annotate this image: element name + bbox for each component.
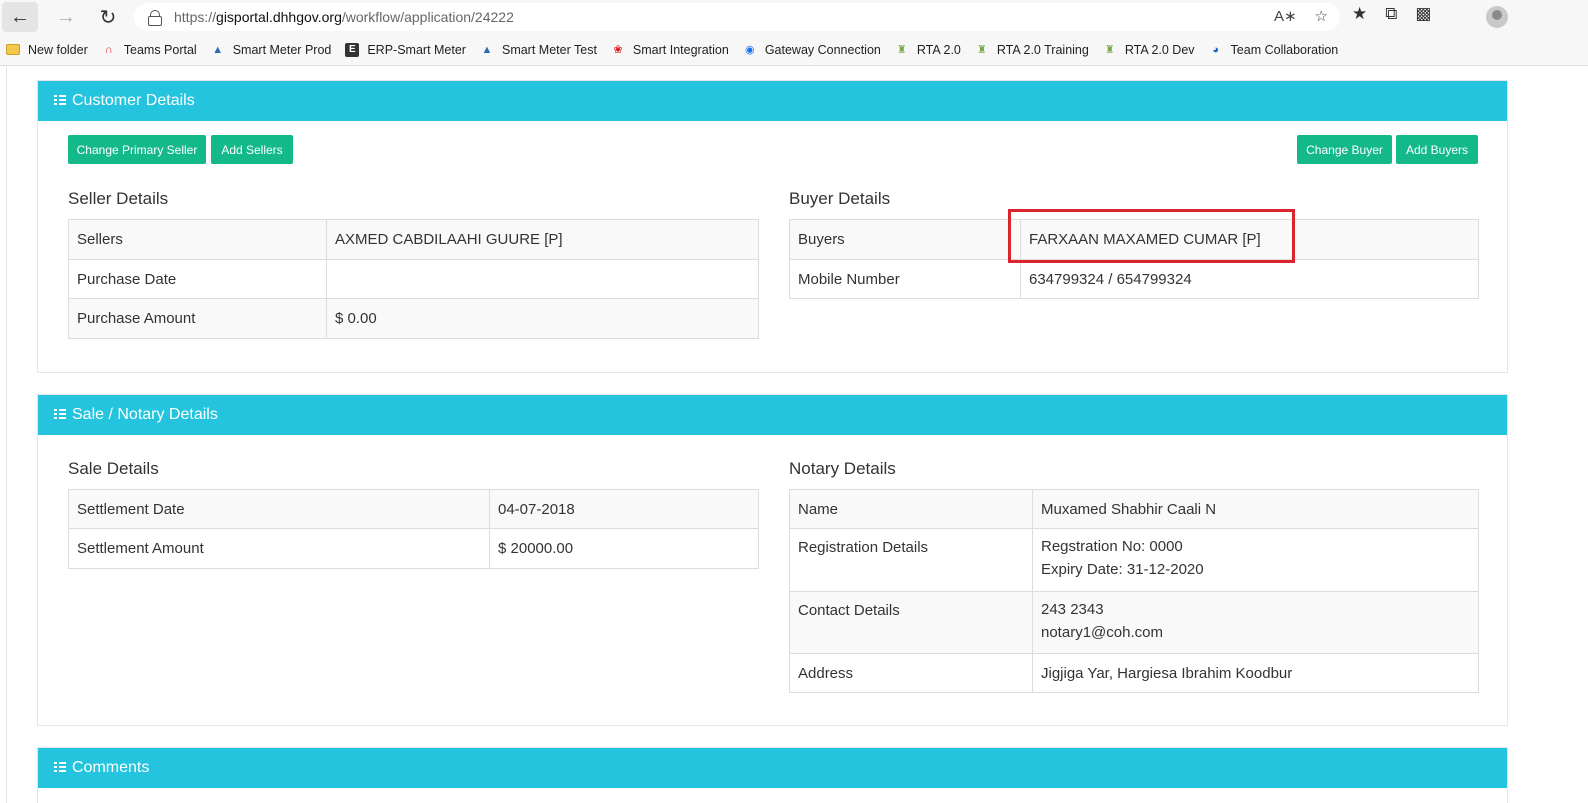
bookmarks-bar: New folder ∩ Teams Portal ▲ Smart Meter Pr… — [0, 34, 1588, 66]
back-arrow-icon[interactable]: ← — [2, 2, 38, 32]
url-path: /workflow/application/24222 — [341, 9, 514, 25]
url-host: gisportal.dhhgov.org — [216, 9, 342, 25]
table-row: Mobile Number 634799324 / 654799324 — [789, 259, 1479, 299]
row-value: Muxamed Shabhir Caali N — [1032, 489, 1479, 529]
forward-arrow-icon[interactable]: → — [48, 2, 84, 32]
url-protocol: https:// — [174, 9, 217, 25]
table-row: Sellers AXMED CABDILAAHI GUURE [P] — [68, 219, 759, 260]
collections-icon[interactable]: ⧉ — [1385, 4, 1397, 24]
seller-details-table: Sellers AXMED CABDILAAHI GUURE [P] Purch… — [68, 219, 759, 339]
add-buyers-button[interactable]: Add Buyers — [1396, 135, 1478, 164]
buyer-highlight-box — [1008, 209, 1295, 263]
row-label: Buyers — [789, 219, 1021, 260]
sale-notary-card: Sale / Notary Details Sale Details Settl… — [37, 394, 1508, 726]
change-buyer-button[interactable]: Change Buyer — [1297, 135, 1392, 164]
table-row: Address Jigjiga Yar, Hargiesa Ibrahim Ko… — [789, 653, 1479, 693]
add-favorite-icon[interactable]: ☆ — [1315, 7, 1328, 25]
rta-icon: ♜ — [896, 44, 907, 56]
read-aloud-icon[interactable]: A∗ — [1274, 7, 1297, 25]
change-primary-seller-button[interactable]: Change Primary Seller — [68, 135, 206, 164]
huawei-icon: ❀ — [613, 44, 623, 56]
profile-avatar-icon[interactable] — [1486, 6, 1508, 28]
scroll-edge — [6, 67, 7, 803]
registration-number: Regstration No: 0000 — [1041, 538, 1183, 555]
seller-details-title: Seller Details — [68, 189, 169, 208]
gateway-icon: ◉ — [745, 44, 755, 56]
expiry-date: Expiry Date: 31-12-2020 — [1041, 561, 1204, 578]
browser-toolbar: ← → ↻ https:// gisportal.dhhgov.org /wor… — [0, 0, 1588, 34]
notary-details-title: Notary Details — [789, 459, 896, 478]
comments-header: Comments — [38, 748, 1507, 788]
customer-details-card: Customer Details Change Primary Seller A… — [37, 80, 1508, 373]
comments-card: Comments — [37, 747, 1508, 803]
row-value: 04-07-2018 — [489, 489, 759, 529]
row-label: Purchase Amount — [68, 298, 327, 339]
table-row: Name Muxamed Shabhir Caali N — [789, 489, 1479, 529]
sale-notary-header: Sale / Notary Details — [38, 395, 1507, 435]
address-bar[interactable]: https:// gisportal.dhhgov.org /workflow/… — [134, 3, 1340, 31]
table-row: Purchase Amount $ 0.00 — [68, 298, 759, 339]
row-value: 634799324 / 654799324 — [1020, 259, 1479, 299]
bookmark-smart-meter-test[interactable]: ▲ Smart Meter Test — [480, 43, 597, 57]
list-icon — [54, 95, 66, 107]
row-value: $ 20000.00 — [489, 528, 759, 569]
bookmark-erp-smart-meter[interactable]: E ERP-Smart Meter — [345, 42, 466, 57]
bookmark-rta-2-0-training[interactable]: ♜ RTA 2.0 Training — [975, 43, 1089, 57]
row-value: $ 0.00 — [326, 298, 759, 339]
drop-icon: ▲ — [481, 43, 493, 56]
drop-icon: ▲ — [212, 43, 224, 56]
sale-details-table: Settlement Date 04-07-2018 Settlement Am… — [68, 489, 759, 569]
row-label: Settlement Amount — [68, 528, 490, 569]
row-value: Jigjiga Yar, Hargiesa Ibrahim Koodbur — [1032, 653, 1479, 693]
refresh-icon[interactable]: ↻ — [90, 2, 126, 32]
folder-icon — [6, 44, 20, 55]
row-value: 243 2343 notary1@coh.com — [1032, 591, 1479, 654]
bookmark-team-collaboration[interactable]: ◕ Team Collaboration — [1209, 43, 1338, 57]
bookmark-teams-portal[interactable]: ∩ Teams Portal — [102, 43, 197, 57]
lock-icon — [148, 10, 162, 26]
sale-details-title: Sale Details — [68, 459, 159, 478]
bookmark-rta-2-0[interactable]: ♜ RTA 2.0 — [895, 43, 961, 57]
row-value — [326, 259, 759, 299]
row-label: Sellers — [68, 219, 327, 260]
contact-phone: 243 2343 — [1041, 601, 1104, 618]
collab-icon: ◕ — [1212, 43, 1219, 56]
add-sellers-button[interactable]: Add Sellers — [211, 135, 293, 164]
row-label: Name — [789, 489, 1033, 529]
bookmark-new-folder[interactable]: New folder — [6, 43, 88, 57]
extensions-icon[interactable]: ▩ — [1415, 4, 1431, 24]
row-label: Address — [789, 653, 1033, 693]
table-row: Registration Details Regstration No: 000… — [789, 528, 1479, 592]
table-row: Settlement Amount $ 20000.00 — [68, 528, 759, 569]
teams-icon: ∩ — [104, 43, 113, 56]
list-icon — [54, 762, 66, 774]
contact-email: notary1@coh.com — [1041, 624, 1163, 641]
table-row: Contact Details 243 2343 notary1@coh.com — [789, 591, 1479, 654]
table-row: Purchase Date — [68, 259, 759, 299]
row-label: Settlement Date — [68, 489, 490, 529]
buyer-details-title: Buyer Details — [789, 189, 891, 208]
table-row: Settlement Date 04-07-2018 — [68, 489, 759, 529]
customer-details-header: Customer Details — [38, 81, 1507, 121]
row-value: AXMED CABDILAAHI GUURE [P] — [326, 219, 759, 260]
row-label: Contact Details — [789, 591, 1033, 654]
list-icon — [54, 409, 66, 421]
e-icon: E — [345, 42, 360, 57]
rta-icon: ♜ — [1104, 44, 1115, 56]
row-label: Registration Details — [789, 528, 1033, 592]
row-label: Purchase Date — [68, 259, 327, 299]
notary-details-table: Name Muxamed Shabhir Caali N Registratio… — [789, 489, 1479, 693]
rta-icon: ♜ — [976, 44, 987, 56]
bookmark-smart-meter-prod[interactable]: ▲ Smart Meter Prod — [211, 43, 331, 57]
row-value: Regstration No: 0000 Expiry Date: 31-12-… — [1032, 528, 1479, 592]
favorites-icon[interactable]: ★ — [1352, 4, 1367, 24]
bookmark-gateway-connection[interactable]: ◉ Gateway Connection — [743, 43, 881, 57]
row-label: Mobile Number — [789, 259, 1021, 299]
bookmark-rta-2-0-dev[interactable]: ♜ RTA 2.0 Dev — [1103, 43, 1195, 57]
bookmark-smart-integration[interactable]: ❀ Smart Integration — [611, 43, 729, 57]
